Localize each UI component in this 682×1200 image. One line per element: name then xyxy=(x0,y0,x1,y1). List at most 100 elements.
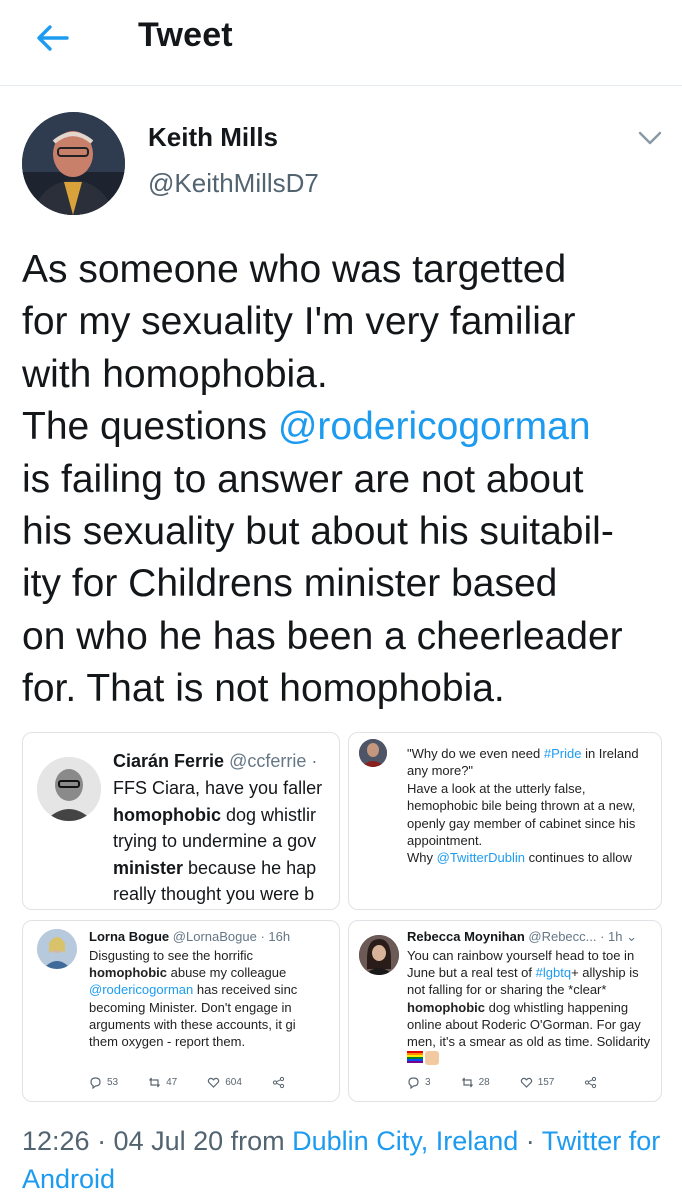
bold-text: minister xyxy=(113,857,184,878)
embedded-author-handle: @Rebecc... · 1h xyxy=(528,929,623,944)
mention-link[interactable]: #Pride xyxy=(544,746,582,761)
text-segment: men, it's a smear as old as time. Solida… xyxy=(407,1034,651,1050)
embedded-author-handle: @LornaBogue · 16h xyxy=(172,929,291,944)
text-segment: openly gay member of cabinet since his xyxy=(407,815,636,831)
like-icon xyxy=(208,1077,220,1088)
text-segment: Disgusting to see the horrific xyxy=(89,948,254,963)
bold-text: homophobic xyxy=(113,804,221,825)
text-segment: You can rainbow yourself head to toe in xyxy=(407,948,635,963)
tweet-text-line: The questions @rodericogorman xyxy=(22,401,672,453)
bold-text: homophobic xyxy=(407,999,485,1015)
author-name[interactable]: Keith Mills xyxy=(148,122,278,153)
author-avatar[interactable] xyxy=(22,112,125,215)
text-segment: continues to allow xyxy=(524,850,632,866)
embedded-author: Ciarán Ferrie @ccferrie · xyxy=(113,751,317,772)
text-segment: "Why do we even need xyxy=(407,746,544,761)
reply-count-value: 53 xyxy=(107,1077,119,1088)
reply-icon xyxy=(408,1077,419,1089)
cropped-header: ▀▀▀▀▀▀▀▀▀▀▀ xyxy=(407,732,501,739)
chevron-down-icon: ⌄ xyxy=(626,929,638,944)
like-count-value: 157 xyxy=(537,1077,555,1088)
tweet-text-line: ity for Childrens minister based xyxy=(22,558,672,610)
text-segment: dog whistlir xyxy=(220,804,317,825)
author-handle[interactable]: @KeithMillsD7 xyxy=(148,168,319,199)
tweet-time: 12:26 · 04 Jul 20 from xyxy=(22,1126,293,1156)
embedded-author-handle: @ccferrie · xyxy=(229,751,318,771)
embedded-text-line: becoming Minister. Don't engage in xyxy=(89,999,335,1016)
tweet-text-line: with homophobia. xyxy=(22,349,672,401)
embedded-text-line: Have a look at the utterly false, xyxy=(407,780,657,797)
embedded-tweet-actions: 53 47 604 xyxy=(89,1076,315,1089)
share-icon xyxy=(272,1076,285,1089)
raised-fist-icon xyxy=(425,1051,439,1065)
text-segment: abuse my colleague xyxy=(167,965,287,981)
text-segment: has received sinc xyxy=(193,982,298,998)
tweet-text-line: for. That is not homophobia. xyxy=(22,663,672,715)
back-button[interactable] xyxy=(30,18,74,58)
more-options-button[interactable] xyxy=(634,126,666,150)
like-count-value: 604 xyxy=(225,1077,242,1088)
text-segment: dog whistling happening xyxy=(485,999,629,1015)
mention-link[interactable]: @rodericogorman xyxy=(278,405,591,448)
tweet-text-line: is failing to answer are not about xyxy=(22,454,672,506)
embedded-text-line: June but a real test of #lgbtq+ allyship… xyxy=(407,964,657,981)
text-segment: Have a look at the utterly false, xyxy=(407,780,586,796)
text-segment: appointment. xyxy=(407,833,483,849)
embedded-text-line: appointment. xyxy=(407,832,657,849)
text-segment: for my sexuality I'm very familiar xyxy=(22,300,576,344)
text-segment: June but a real test of xyxy=(407,965,536,981)
text-segment: his sexuality but about his suitabil- xyxy=(22,510,614,554)
embedded-text-line: arguments with these accounts, it gi xyxy=(89,1016,335,1033)
embedded-tweet-text: You can rainbow yourself head to toe in J… xyxy=(407,947,657,1050)
text-segment: trying to undermine a gov xyxy=(113,831,317,851)
text-segment: on who he has been a cheerleader xyxy=(22,614,623,658)
retweet-count: 28 xyxy=(461,1076,490,1089)
embedded-tweet-text: Disgusting to see the horrific homophobic… xyxy=(89,947,335,1050)
text-segment: for. That is not homophobia. xyxy=(22,667,505,711)
embedded-text-line: not falling for or sharing the *clear* xyxy=(407,981,657,998)
reply-count: 53 xyxy=(89,1076,118,1089)
reply-icon xyxy=(90,1077,101,1089)
embedded-author-name: Ciarán Ferrie xyxy=(113,751,225,771)
mention-link[interactable]: @rodericogorman xyxy=(89,982,193,997)
retweet-count-value: 47 xyxy=(166,1077,178,1088)
text-segment: really thought you were b xyxy=(113,884,315,904)
retweet-count-value: 28 xyxy=(478,1077,490,1088)
text-segment: with homophobia. xyxy=(22,352,328,396)
text-segment: not falling for or sharing the *clear* xyxy=(407,982,607,998)
reply-count-value: 3 xyxy=(425,1077,431,1088)
tweet-text-line: on who he has been a cheerleader xyxy=(22,611,672,663)
embedded-tweet-rebecca-moynihan: Rebecca Moynihan @Rebecc... · 1h ⌄ You c… xyxy=(348,920,662,1102)
text-segment: in Ireland xyxy=(581,746,639,761)
retweet-count: 47 xyxy=(148,1076,177,1089)
embedded-author-name: Lorna Bogue xyxy=(89,929,170,944)
avatar xyxy=(359,739,387,767)
like-count: 604 xyxy=(207,1076,242,1089)
text-segment: FFS Ciara, have you faller xyxy=(113,778,323,798)
top-bar: Tweet xyxy=(0,0,682,86)
embedded-text-line: really thought you were b xyxy=(113,881,339,908)
embedded-text-line: men, it's a smear as old as time. Solida… xyxy=(407,1033,657,1050)
avatar xyxy=(37,929,77,969)
separator: · xyxy=(518,1126,542,1156)
avatar xyxy=(37,757,101,821)
embedded-text-line: FFS Ciara, have you faller xyxy=(113,775,339,802)
mention-link[interactable]: @TwitterDublin xyxy=(437,850,525,865)
chevron-down-icon xyxy=(638,131,662,145)
tweet-media-image[interactable]: Ciarán Ferrie @ccferrie · FFS Ciara, hav… xyxy=(22,732,662,1104)
tweet-location-link[interactable]: Dublin City, Ireland xyxy=(292,1126,518,1156)
text-segment: becoming Minister. Don't engage in xyxy=(89,999,292,1015)
text-segment: As someone who was targetted xyxy=(22,248,567,291)
embedded-text-line: Why @TwitterDublin continues to allow xyxy=(407,849,657,866)
text-segment: + allyship is xyxy=(571,965,639,981)
embedded-text-line: openly gay member of cabinet since his xyxy=(407,815,657,832)
embedded-tweet-partial: ▀▀▀▀▀▀▀▀▀▀▀ "Why do we even need #Pride … xyxy=(348,732,662,910)
embedded-text-line: hemophobic bile being thrown at a new, xyxy=(407,797,657,814)
share-icon xyxy=(585,1076,597,1089)
mention-link[interactable]: #lgbtq xyxy=(536,965,571,980)
embedded-text-line: any more?" xyxy=(407,762,657,779)
embedded-text-line: minister because he hap xyxy=(113,855,339,882)
embedded-text-line: You can rainbow yourself head to toe in xyxy=(407,947,657,964)
share xyxy=(584,1076,597,1089)
retweet-icon xyxy=(461,1077,473,1088)
